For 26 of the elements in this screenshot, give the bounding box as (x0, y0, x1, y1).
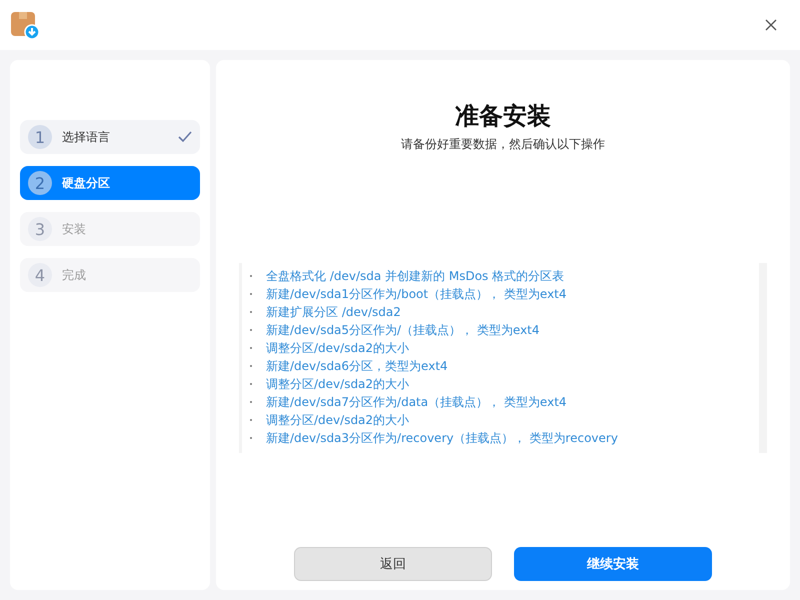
step-item[interactable]: 1 选择语言 (20, 120, 200, 154)
continue-button[interactable]: 继续安装 (514, 547, 712, 581)
back-button[interactable]: 返回 (294, 547, 492, 581)
step-number: 4 (28, 263, 52, 287)
step-number: 2 (28, 171, 52, 195)
operation-text: 调整分区/dev/sda2的大小 (266, 376, 410, 393)
installer-package-icon (10, 10, 40, 40)
step-number: 3 (28, 217, 52, 241)
operation-text: 新建/dev/sda1分区作为/boot（挂载点）， 类型为ext4 (266, 286, 567, 303)
operation-text: 新建/dev/sda5分区作为/（挂载点）， 类型为ext4 (266, 322, 540, 339)
step-number: 1 (28, 125, 52, 149)
page-subtitle: 请备份好重要数据，然后确认以下操作 (401, 136, 605, 153)
step-label: 安装 (62, 220, 86, 238)
operation-text: 新建扩展分区 /dev/sda2 (266, 304, 401, 321)
step-label: 完成 (62, 266, 86, 284)
step-label: 硬盘分区 (62, 174, 110, 192)
operation-text: 全盘格式化 /dev/sda 并创建新的 MsDos 格式的分区表 (266, 268, 564, 285)
page-title: 准备安装 (455, 101, 551, 132)
operation-text: 新建/dev/sda7分区作为/data（挂载点）， 类型为ext4 (266, 394, 567, 411)
step-label: 选择语言 (62, 128, 110, 146)
step-item[interactable]: 2 硬盘分区 (20, 166, 200, 200)
operation-text: 新建/dev/sda3分区作为/recovery（挂载点）， 类型为recovery (266, 430, 618, 447)
operation-text: 调整分区/dev/sda2的大小 (266, 412, 410, 429)
operation-text: 新建/dev/sda6分区，类型为ext4 (266, 358, 448, 375)
close-icon[interactable] (765, 19, 777, 31)
operation-text: 调整分区/dev/sda2的大小 (266, 340, 410, 357)
